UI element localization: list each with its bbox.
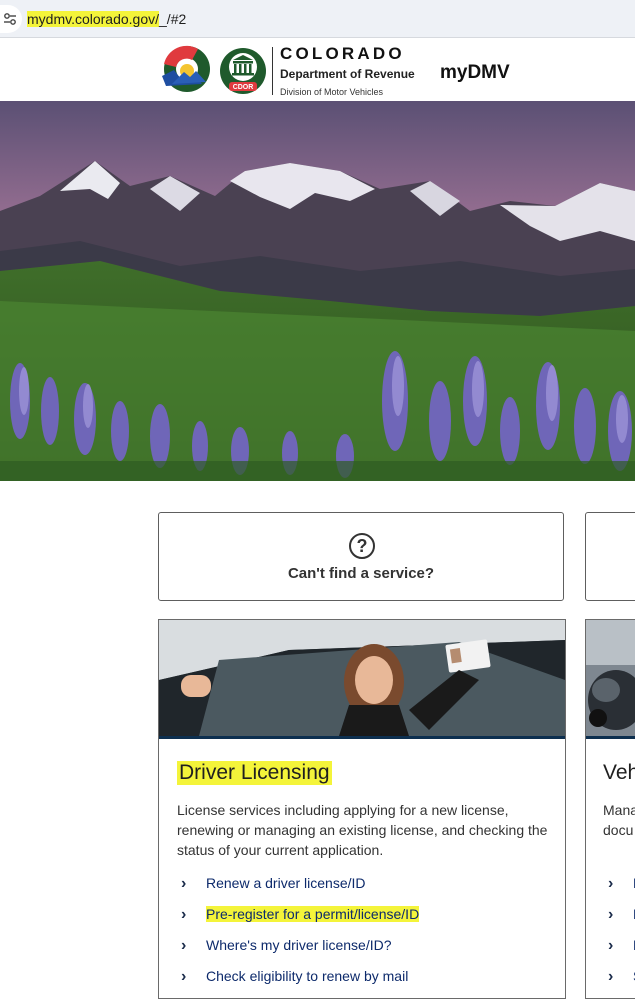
brand-division: Division of Motor Vehicles <box>280 87 384 97</box>
cdor-logo-icon[interactable]: CDOR <box>219 47 267 95</box>
driver-license-photo <box>159 620 565 736</box>
card-accent-rule <box>159 736 565 739</box>
brand-colorado: COLORADO <box>280 44 405 63</box>
vehicle-card-partial: Veh Mana docu ›R ›R ›R ›S <box>585 619 635 999</box>
browser-address-bar[interactable]: mydmv.colorado.gov/_/#2 <box>0 0 635 38</box>
driver-licensing-links: › Renew a driver license/ID › Pre-regist… <box>181 872 561 996</box>
link-wheres-my-license[interactable]: › Where's my driver license/ID? <box>181 934 561 965</box>
brand-department: Department of Revenue <box>280 67 415 81</box>
chevron-right-icon: › <box>181 937 187 954</box>
vehicle-photo <box>586 620 635 736</box>
chevron-right-icon: › <box>608 937 614 954</box>
driver-licensing-title: Driver Licensing <box>177 761 332 785</box>
vehicle-card-description: Mana docu <box>603 800 635 840</box>
cant-find-service-label: Can't find a service? <box>287 565 435 582</box>
link-renew-license[interactable]: › Renew a driver license/ID <box>181 872 561 903</box>
vehicle-desc-line: docu <box>603 822 634 838</box>
chevron-right-icon: › <box>181 906 187 923</box>
app-name[interactable]: myDMV <box>440 62 510 84</box>
chevron-right-icon: › <box>181 968 187 985</box>
link-check-eligibility[interactable]: › Check eligibility to renew by mail <box>181 965 561 996</box>
url-highlighted: mydmv.colorado.gov/ <box>27 11 160 27</box>
hero-mountain-image <box>0 101 635 481</box>
chevron-right-icon: › <box>608 906 614 923</box>
chevron-right-icon: › <box>608 875 614 892</box>
tune-icon <box>4 13 16 25</box>
driver-licensing-card: Driver Licensing License services includ… <box>158 619 566 999</box>
vehicle-desc-line: Mana <box>603 802 635 818</box>
colorado-logo-icon[interactable] <box>158 44 216 94</box>
link-pre-register[interactable]: › Pre-register for a permit/license/ID <box>181 903 561 934</box>
link-label[interactable]: Where's my driver license/ID? <box>206 937 392 953</box>
link-label[interactable]: Check eligibility to renew by mail <box>206 968 408 984</box>
cdor-badge-text: CDOR <box>233 84 254 91</box>
card-accent-rule <box>586 736 635 739</box>
chevron-right-icon: › <box>181 875 187 892</box>
link-label[interactable]: Renew a driver license/ID <box>206 875 366 891</box>
link-label[interactable]: Pre-register for a permit/license/ID <box>206 906 420 922</box>
url-rest: _/#2 <box>159 11 187 27</box>
site-info-button[interactable] <box>0 5 22 33</box>
chevron-right-icon: › <box>608 968 614 985</box>
header-divider <box>272 47 273 95</box>
second-service-card-partial[interactable] <box>585 512 635 601</box>
driver-licensing-description: License services including applying for … <box>177 802 548 858</box>
cant-find-service-card[interactable]: ? Can't find a service? <box>158 512 564 601</box>
url-text[interactable]: mydmv.colorado.gov/_/#2 <box>27 11 186 27</box>
vehicle-card-title: Veh <box>603 761 635 784</box>
question-circle-icon: ? <box>349 533 375 559</box>
